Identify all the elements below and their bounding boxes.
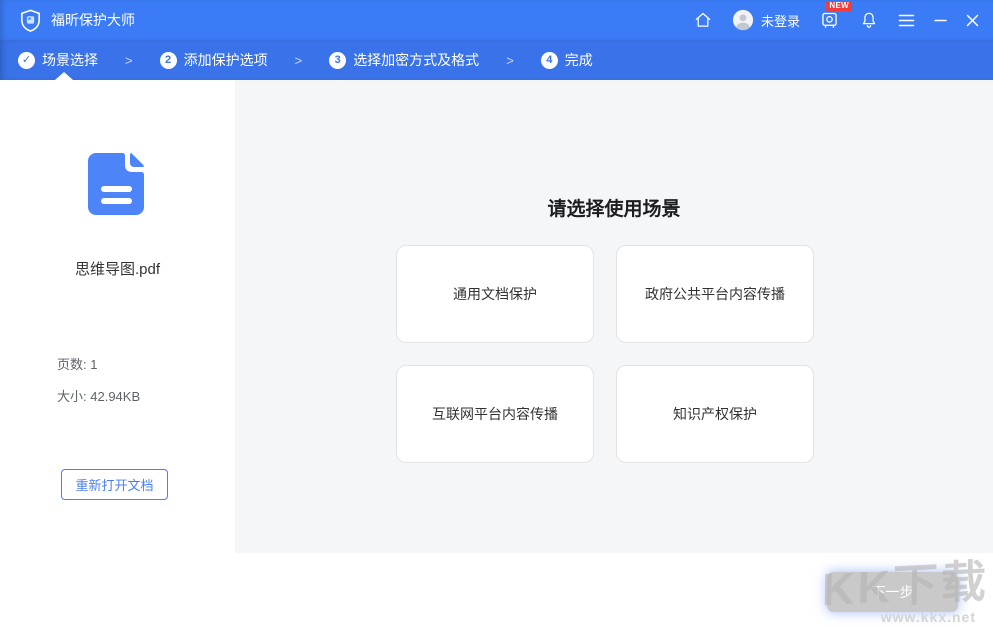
scene-card-ip-protection[interactable]: 知识产权保护 [616,365,814,463]
minimize-icon [934,14,947,27]
app-title: 福昕保护大师 [51,10,135,30]
login-status-label: 未登录 [761,11,800,30]
scene-card-label: 通用文档保护 [453,284,537,304]
scene-card-internet-platform[interactable]: 互联网平台内容传播 [396,365,594,463]
step4-label: 完成 [565,50,593,70]
scene-card-label: 知识产权保护 [673,404,757,424]
hamburger-menu-icon [898,14,915,27]
step3-number: 3 [329,52,346,69]
bell-icon [859,10,879,30]
titlebar: 福昕保护大师 未登录 NEW [0,0,993,40]
step4-number: 4 [541,52,558,69]
document-filename: 思维导图.pdf [0,258,235,279]
notifications-button[interactable] [859,10,879,30]
home-button[interactable] [693,10,713,30]
wizard-stepbar: ✓ 场景选择 > 2 添加保护选项 > 3 选择加密方式及格式 > 4 完成 [0,40,993,80]
step1-label: 场景选择 [42,50,98,70]
scene-card-label: 政府公共平台内容传播 [645,284,785,304]
step-finish[interactable]: 4 完成 [541,50,593,70]
close-button[interactable] [966,14,979,27]
scene-selection-panel: 请选择使用场景 通用文档保护 政府公共平台内容传播 互联网平台内容传播 知识产权… [235,80,993,553]
scene-card-general-document[interactable]: 通用文档保护 [396,245,594,343]
step-separator-icon: > [295,53,303,68]
footer-bar: 下一步 [0,553,993,627]
step-scene-selection[interactable]: ✓ 场景选择 [18,50,98,70]
avatar-icon [732,9,754,31]
size-value: 42.94KB [90,389,140,404]
scene-card-label: 互联网平台内容传播 [432,404,558,424]
user-account-button[interactable]: 未登录 [732,9,800,31]
step-encryption-format[interactable]: 3 选择加密方式及格式 [329,50,479,70]
step-protection-options[interactable]: 2 添加保护选项 [160,50,268,70]
new-badge: NEW [826,1,852,12]
step-separator-icon: > [506,53,514,68]
next-step-button[interactable]: 下一步 [827,572,958,612]
shield-logo-icon [18,8,43,33]
titlebar-actions: 未登录 NEW [693,9,979,31]
step1-check-icon: ✓ [18,52,35,69]
document-sidebar: 思维导图.pdf 页数: 1 大小: 42.94KB 重新打开文档 [0,80,235,553]
scene-selection-title: 请选择使用场景 [235,194,993,221]
active-step-pointer [55,72,73,80]
page-count-row: 页数: 1 [57,354,97,373]
file-size-row: 大小: 42.94KB [57,386,140,405]
step3-label: 选择加密方式及格式 [353,50,479,70]
pages-value: 1 [90,357,97,372]
vault-icon [819,10,840,31]
size-label: 大小: [57,389,87,404]
step-separator-icon: > [125,53,133,68]
content-area: 思维导图.pdf 页数: 1 大小: 42.94KB 重新打开文档 请选择使用场… [0,80,993,553]
minimize-button[interactable] [934,14,947,27]
step2-label: 添加保护选项 [184,50,268,70]
close-icon [966,14,979,27]
pdf-document-icon [88,153,144,215]
menu-button[interactable] [898,14,915,27]
app-window: 福昕保护大师 未登录 NEW [0,0,993,627]
scene-card-government-platform[interactable]: 政府公共平台内容传播 [616,245,814,343]
pages-label: 页数: [57,357,87,372]
home-icon [693,10,713,30]
scene-cards-grid: 通用文档保护 政府公共平台内容传播 互联网平台内容传播 知识产权保护 [396,245,814,463]
step2-number: 2 [160,52,177,69]
reopen-document-button[interactable]: 重新打开文档 [61,469,168,500]
vault-button[interactable]: NEW [819,10,840,31]
